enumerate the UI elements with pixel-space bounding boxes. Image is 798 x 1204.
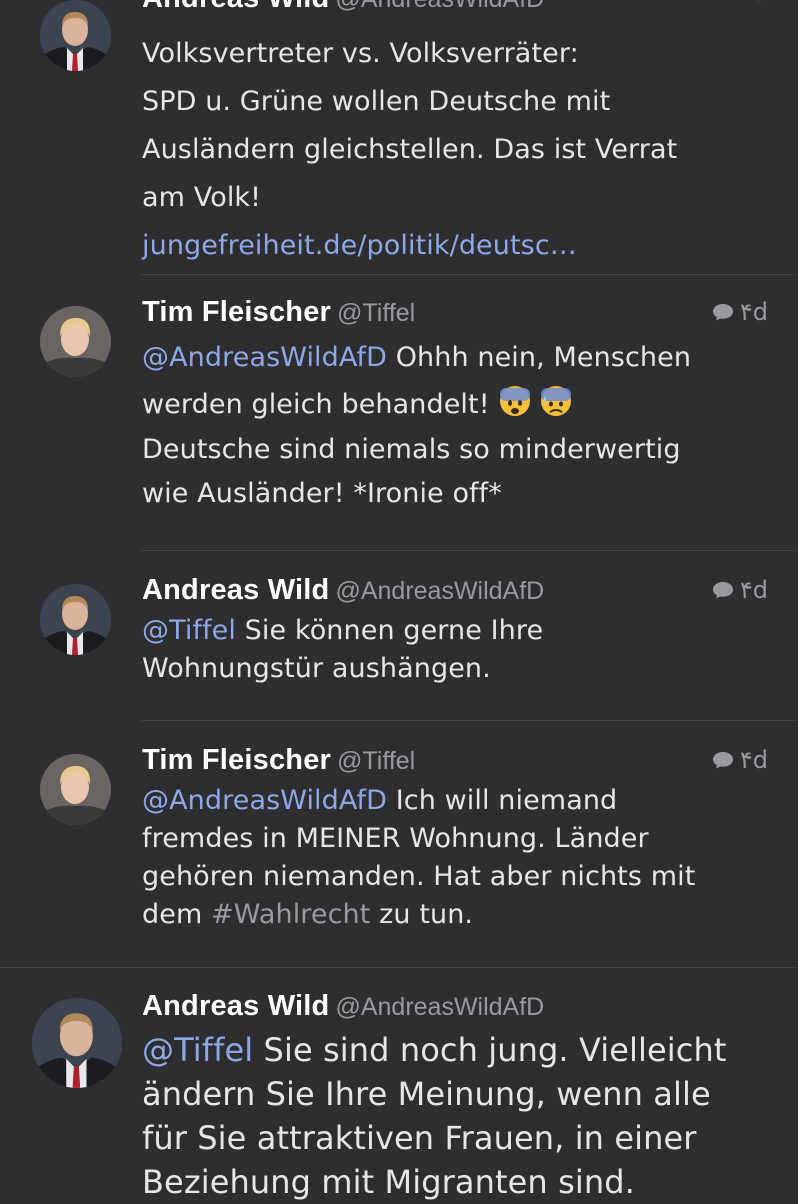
tweet-meta: ۴d [712, 576, 768, 604]
tweet-line: ändern Sie Ihre Meinung, wenn alle [142, 1075, 711, 1113]
mention-link[interactable]: @AndreasWildAfD [142, 342, 387, 373]
tweet-line: Ausländern gleichstellen. Das ist Verrat [142, 134, 678, 165]
speech-bubble-icon[interactable] [712, 581, 734, 599]
tweet-line: am Volk! [142, 182, 262, 213]
author-name[interactable]: Tim Fleischer [142, 296, 331, 328]
avatar-image [40, 0, 111, 71]
tweet-body: @Tiffel Sie können gerne Ihre Wohnungstü… [142, 612, 778, 688]
avatar-andreas-wild[interactable] [40, 0, 111, 71]
timestamp-text: ۴d [740, 0, 768, 6]
tweet-line: @AndreasWildAfD Ich will niemand [142, 782, 778, 820]
tweet-text: zu tun. [370, 899, 474, 930]
tweet-line: Deutsche sind niemals so minderwertig [142, 434, 681, 465]
tweet-line: Volksvertreter vs. Volksverräter: [142, 38, 579, 69]
tweet-meta: ۴d [712, 746, 768, 774]
tweet-body: @AndreasWildAfD Ich will niemand fremdes… [142, 782, 778, 934]
tweet-line: für Sie attraktiven Frauen, in einer [142, 1119, 697, 1157]
author-name[interactable]: Tim Fleischer [142, 744, 331, 776]
divider [142, 274, 798, 275]
external-link[interactable]: jungefreiheit.de/politik/deutsc… [142, 222, 778, 270]
mention-link[interactable]: @Tiffel [142, 1031, 253, 1069]
anxious-sweat-icon [541, 388, 572, 413]
hashtag-link[interactable]: #Wahlrecht [211, 899, 370, 930]
tweet-line: wie Ausländer! *Ironie off* [142, 478, 502, 509]
fearful-face-icon [500, 388, 531, 414]
author-handle[interactable]: @AndreasWildAfD [335, 577, 544, 605]
tweet-text: Sie sind noch jung. Vielleicht [253, 1031, 727, 1069]
avatar-image [32, 998, 122, 1088]
author-name[interactable]: Andreas Wild [142, 990, 329, 1022]
tweet-line: gehören niemanden. Hat aber nichts mit [142, 861, 696, 892]
timestamp-text: ۴d [739, 298, 768, 326]
tweet-1[interactable]: Andreas Wild @AndreasWildAfD ۴d Volksvert… [0, 0, 798, 272]
tweet-timestamp: ۴d [740, 0, 768, 6]
tweet-line: Beziehung mit Migranten sind. [142, 1163, 635, 1201]
tweet-body: @Tiffel Sie sind noch jung. Vielleicht ä… [142, 1028, 778, 1204]
tweet-2[interactable]: Tim Fleischer @Tiffel ۴d @AndreasWildAfD … [0, 296, 798, 550]
anxious-face-with-sweat-emoji [541, 386, 572, 416]
tweet-text: werden gleich behandelt! [142, 389, 490, 420]
speech-bubble-icon[interactable] [712, 303, 734, 321]
mention-link[interactable]: @AndreasWildAfD [142, 785, 387, 816]
tweet-text: dem [142, 899, 212, 930]
mention-link[interactable]: @Tiffel [142, 615, 236, 646]
tweet-3[interactable]: Andreas Wild @AndreasWildAfD ۴d @Tiffel S… [0, 574, 798, 720]
avatar-image [40, 306, 111, 377]
tweet-header: Tim Fleischer @Tiffel ۴d [142, 296, 778, 334]
tweet-5[interactable]: Andreas Wild @AndreasWildAfD @Tiffel Sie … [0, 990, 798, 1201]
author-name[interactable]: Andreas Wild [142, 0, 329, 14]
tweet-body: @AndreasWildAfD Ohhh nein, Menschen werd… [142, 334, 778, 516]
tweet-line: @Tiffel Sie sind noch jung. Vielleicht [142, 1028, 778, 1072]
author-handle[interactable]: @AndreasWildAfD [335, 0, 544, 13]
tweet-header: Andreas Wild @AndreasWildAfD ۴d [142, 0, 778, 20]
avatar-image [40, 584, 111, 655]
tweet-header: Andreas Wild @AndreasWildAfD [142, 990, 778, 1028]
speech-bubble-icon[interactable] [712, 751, 734, 769]
author-name[interactable]: Andreas Wild [142, 574, 329, 606]
tweet-line: SPD u. Grüne wollen Deutsche mit [142, 86, 611, 117]
avatar-image [40, 754, 111, 825]
tweet-line: Wohnungstür aushängen. [142, 653, 491, 684]
author-handle[interactable]: @Tiffel [337, 299, 415, 327]
tweet-header: Andreas Wild@AndreasWildAfD ۴d [142, 574, 778, 612]
timestamp-text: ۴d [739, 746, 768, 774]
tweet-body: Volksvertreter vs. Volksverräter: SPD u.… [142, 30, 778, 270]
tweet-text: Sie können gerne Ihre [236, 615, 544, 646]
tweet-meta: ۴d [712, 298, 768, 326]
fearful-face-emoji [500, 386, 531, 416]
tweet-text: Ich will niemand [387, 785, 618, 816]
avatar-andreas-wild[interactable] [40, 584, 111, 655]
tweet-4[interactable]: Tim Fleischer @Tiffel ۴d @AndreasWildAfD … [0, 744, 798, 966]
tweet-line: @Tiffel Sie können gerne Ihre [142, 612, 778, 650]
avatar-tim-fleischer[interactable] [40, 754, 111, 825]
tweet-line: dem #Wahlrecht zu tun. [142, 896, 778, 934]
divider [142, 550, 798, 551]
author-handle[interactable]: @AndreasWildAfD [335, 993, 544, 1021]
divider [142, 720, 798, 721]
tweet-line: @AndreasWildAfD Ohhh nein, Menschen [142, 334, 778, 381]
tweet-header: Tim Fleischer @Tiffel ۴d [142, 744, 778, 782]
tweet-line: fremdes in MEINER Wohnung. Länder [142, 823, 649, 854]
timestamp-text: ۴d [739, 576, 768, 604]
tweet-text: Ohhh nein, Menschen [387, 342, 692, 373]
author-handle[interactable]: @Tiffel [337, 747, 415, 775]
avatar-tim-fleischer[interactable] [40, 306, 111, 377]
avatar-andreas-wild[interactable] [32, 998, 122, 1088]
tweet-line: werden gleich behandelt! [142, 381, 778, 428]
divider [0, 967, 798, 968]
